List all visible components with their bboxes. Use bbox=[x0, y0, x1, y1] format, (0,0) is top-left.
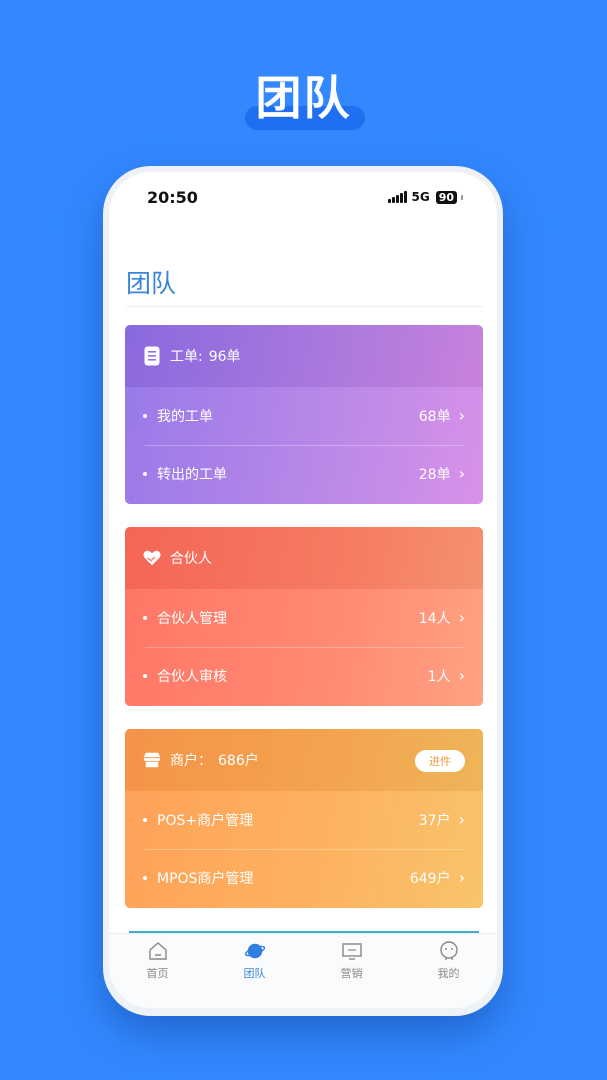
status-time: 20:50 bbox=[147, 188, 198, 207]
row-value: 37户 bbox=[418, 813, 451, 829]
battery-tip bbox=[461, 194, 463, 200]
home-icon bbox=[148, 941, 168, 961]
tab-label: 我的 bbox=[437, 967, 460, 980]
onboard-button[interactable]: 进件 bbox=[415, 750, 465, 772]
work-order-list: 我的工单 68单 › 转出的工单 28单 › bbox=[125, 387, 483, 504]
signal-icon bbox=[388, 191, 408, 203]
phone-frame: 20:50 5G 90 团队 工单: 96单 我的工单 68单 › 转出的工单 … bbox=[103, 166, 503, 1016]
bullet bbox=[143, 414, 147, 418]
tab-team[interactable]: 团队 bbox=[206, 934, 303, 1008]
row-value: 14人 bbox=[418, 611, 451, 627]
my-work-orders-row[interactable]: 我的工单 68单 › bbox=[125, 387, 483, 445]
planet-icon bbox=[244, 941, 265, 961]
chevron-right-icon: › bbox=[458, 666, 465, 685]
mpos-merchant-row[interactable]: MPOS商户管理 649户 › bbox=[125, 849, 483, 907]
status-bar: 20:50 5G 90 bbox=[109, 186, 497, 210]
handshake-heart-icon bbox=[143, 549, 161, 567]
merchant-card: 商户： 686户 进件 POS+商户管理 37户 › MPOS商户管理 649户… bbox=[125, 729, 483, 908]
tab-bar: 首页 团队 营销 我的 bbox=[109, 933, 497, 1008]
bullet bbox=[143, 616, 147, 620]
tab-marketing[interactable]: 营销 bbox=[303, 934, 400, 1008]
status-indicators: 5G 90 bbox=[388, 190, 463, 204]
face-icon bbox=[439, 941, 459, 961]
transferred-work-orders-row[interactable]: 转出的工单 28单 › bbox=[125, 445, 483, 503]
bullet bbox=[143, 818, 147, 822]
page-title: 团队 bbox=[126, 269, 177, 298]
bullet bbox=[143, 674, 147, 678]
hero-title: 团队 bbox=[255, 71, 352, 125]
phone-screen: 20:50 5G 90 团队 工单: 96单 我的工单 68单 › 转出的工单 … bbox=[109, 172, 497, 1008]
row-label: MPOS商户管理 bbox=[157, 871, 254, 887]
partner-management-row[interactable]: 合伙人管理 14人 › bbox=[125, 589, 483, 647]
tab-mine[interactable]: 我的 bbox=[400, 934, 497, 1008]
document-icon bbox=[143, 346, 161, 366]
row-value: 1人 bbox=[427, 669, 451, 685]
merchant-card-header: 商户： 686户 进件 bbox=[125, 729, 483, 791]
work-order-card-header: 工单: 96单 bbox=[125, 325, 483, 387]
work-order-title: 工单: bbox=[170, 349, 203, 365]
chevron-right-icon: › bbox=[458, 608, 465, 627]
title-divider bbox=[126, 306, 483, 307]
chevron-right-icon: › bbox=[458, 810, 465, 829]
row-label: 合伙人审核 bbox=[157, 669, 227, 685]
store-icon bbox=[143, 751, 161, 769]
pos-merchant-row[interactable]: POS+商户管理 37户 › bbox=[125, 791, 483, 849]
work-order-count: 96单 bbox=[208, 349, 241, 365]
partner-card: 合伙人 合伙人管理 14人 › 合伙人审核 1人 › bbox=[125, 527, 483, 706]
partner-review-row[interactable]: 合伙人审核 1人 › bbox=[125, 647, 483, 705]
row-label: 合伙人管理 bbox=[157, 611, 227, 627]
merchant-count: 686户 bbox=[218, 753, 259, 769]
partner-list: 合伙人管理 14人 › 合伙人审核 1人 › bbox=[125, 589, 483, 706]
tab-label: 营销 bbox=[340, 967, 363, 980]
chevron-right-icon: › bbox=[458, 868, 465, 887]
tab-home[interactable]: 首页 bbox=[109, 934, 206, 1008]
partner-title: 合伙人 bbox=[170, 551, 212, 567]
row-label: 转出的工单 bbox=[157, 467, 227, 483]
monitor-icon bbox=[341, 941, 362, 961]
network-type: 5G bbox=[411, 190, 430, 204]
merchant-title: 商户： bbox=[170, 753, 212, 769]
battery-icon: 90 bbox=[435, 190, 457, 204]
chevron-right-icon: › bbox=[458, 406, 465, 425]
merchant-list: POS+商户管理 37户 › MPOS商户管理 649户 › bbox=[125, 791, 483, 908]
row-value: 68单 bbox=[418, 409, 451, 425]
work-order-card: 工单: 96单 我的工单 68单 › 转出的工单 28单 › bbox=[125, 325, 483, 504]
bullet bbox=[143, 472, 147, 476]
row-value: 28单 bbox=[418, 467, 451, 483]
tab-label: 团队 bbox=[243, 967, 266, 980]
bullet bbox=[143, 876, 147, 880]
tab-label: 首页 bbox=[146, 967, 169, 980]
row-value: 649户 bbox=[409, 871, 451, 887]
row-label: POS+商户管理 bbox=[157, 813, 254, 829]
partner-card-header: 合伙人 bbox=[125, 527, 483, 589]
row-label: 我的工单 bbox=[157, 409, 213, 425]
chevron-right-icon: › bbox=[458, 464, 465, 483]
